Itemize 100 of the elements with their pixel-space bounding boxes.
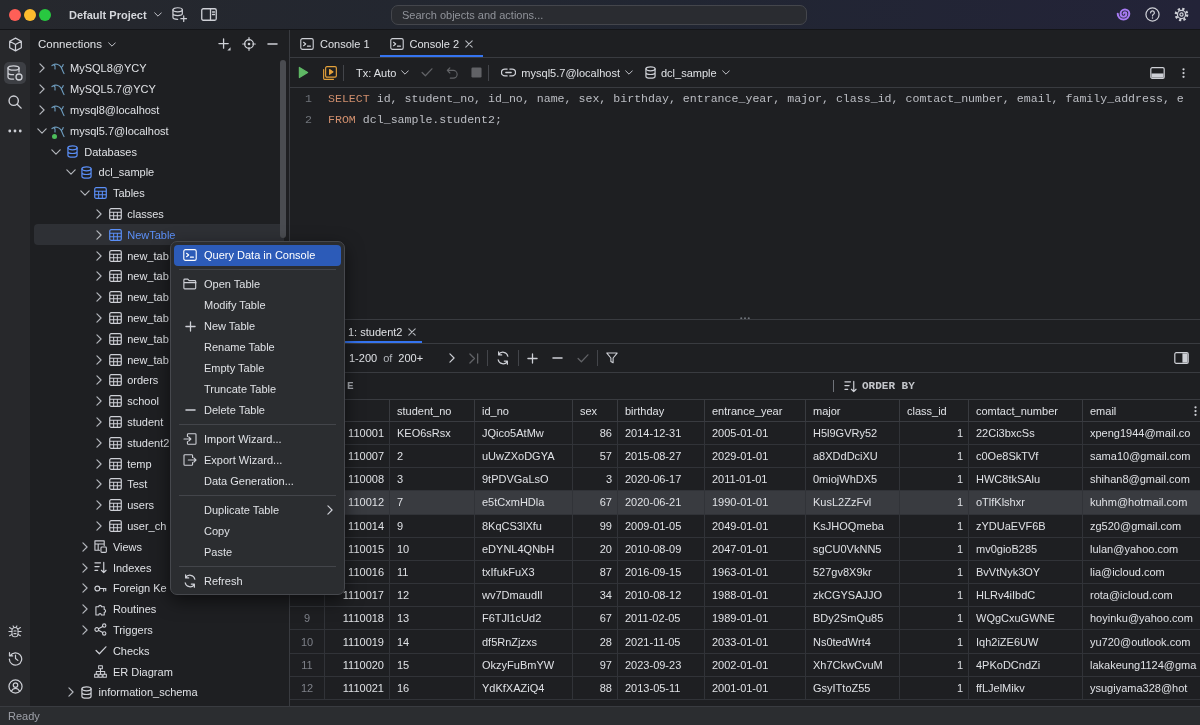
column-header[interactable]: major (806, 400, 900, 422)
chevron-right-icon[interactable] (96, 208, 103, 219)
tree-item[interactable]: Test (127, 478, 148, 491)
chevron-right-icon[interactable] (39, 105, 45, 115)
tree-item[interactable]: student2 (127, 436, 170, 449)
minus-icon[interactable] (552, 357, 564, 360)
tree-item[interactable]: mysql8@localhost (70, 104, 160, 116)
filter-icon[interactable] (606, 352, 619, 365)
settings-icon[interactable] (1174, 7, 1189, 22)
search-icon[interactable] (8, 95, 22, 109)
tree-item[interactable]: new_tab (127, 353, 169, 366)
tree-item[interactable]: users (127, 499, 155, 512)
menu-item[interactable]: Data Generation... (174, 470, 341, 492)
chevron-right-icon[interactable] (39, 84, 45, 95)
menu-item[interactable]: Query Data in Console (174, 244, 341, 266)
chevron-right-icon[interactable] (96, 479, 103, 490)
chevron-down-icon[interactable] (37, 127, 47, 134)
menu-item[interactable]: Open Table (174, 273, 341, 295)
chevron-right-icon[interactable] (81, 562, 88, 573)
chevron-right-icon[interactable] (96, 292, 103, 303)
tree-item[interactable]: Foreign Ke (112, 582, 167, 595)
more-vertical-icon[interactable] (1182, 66, 1185, 79)
tree-item[interactable]: Indexes (112, 561, 152, 574)
tree-item[interactable]: information_schema (98, 686, 198, 699)
tree-item[interactable]: temp (127, 457, 152, 470)
chevron-right-icon[interactable] (96, 396, 103, 407)
menu-item[interactable]: Delete Table (174, 399, 341, 421)
column-header[interactable]: student_no (390, 400, 475, 422)
chevron-down-icon[interactable] (51, 148, 62, 155)
connections-dropdown[interactable]: Connections (38, 38, 116, 50)
table-row[interactable]: 10 1110019 14 df5RnZjzxs 28 2021-11-05 2033-01-01 Ns0tedWrt4 1 Iqh2iZE6UW yu720@outlook.com (290, 630, 1200, 654)
chevron-right-icon[interactable] (81, 583, 88, 594)
schema-dropdown[interactable]: dcl_sample (638, 64, 736, 81)
tree-item[interactable]: orders (127, 374, 159, 387)
page-range[interactable]: 1-200 (349, 352, 378, 365)
tree-item[interactable]: school (127, 395, 159, 408)
column-header[interactable]: comtact_number (969, 400, 1083, 422)
more-vertical-icon[interactable] (1194, 404, 1197, 417)
minimize-window-button[interactable] (24, 8, 36, 21)
chevron-right-icon[interactable] (96, 354, 103, 365)
tree-item[interactable]: new_tab (127, 270, 169, 283)
panel-right-icon[interactable] (1174, 352, 1189, 365)
bug-icon[interactable] (8, 624, 22, 638)
console-tab[interactable]: Console 1 (290, 30, 380, 57)
database-add-icon[interactable] (171, 7, 187, 22)
column-header[interactable]: class_id (900, 400, 969, 422)
tree-item[interactable]: student (127, 415, 164, 428)
column-header[interactable]: id_no (475, 400, 573, 422)
run-script-icon[interactable] (323, 65, 337, 80)
chevron-right-icon[interactable] (96, 229, 103, 240)
column-header[interactable]: email (1083, 400, 1200, 422)
project-dropdown[interactable]: Default Project (69, 8, 162, 21)
run-icon[interactable] (298, 66, 309, 79)
chevron-right-icon[interactable] (96, 520, 103, 531)
console-tab[interactable]: Console 2 (379, 30, 484, 57)
close-window-button[interactable] (9, 8, 21, 21)
chevron-right-icon[interactable] (81, 604, 88, 615)
chevron-right-icon[interactable] (81, 624, 88, 635)
chevron-right-icon[interactable] (67, 687, 74, 698)
tree-item[interactable]: ER Diagram (112, 665, 173, 678)
tree-item[interactable]: MySQL5.7@YCY (70, 83, 156, 96)
menu-item[interactable]: Rename Table (174, 336, 341, 358)
panel-bottom-icon[interactable] (1150, 66, 1165, 79)
result-tab[interactable]: 1: student2 (345, 320, 423, 344)
chevron-right-icon[interactable] (39, 63, 45, 74)
tree-item[interactable]: Routines (112, 603, 157, 616)
more-icon[interactable] (8, 129, 22, 133)
tree-item[interactable]: mysql5.7@localhost (70, 124, 169, 137)
database-icon[interactable] (4, 62, 26, 84)
menu-item[interactable]: Copy (174, 520, 341, 542)
chevron-down-icon[interactable] (79, 190, 90, 197)
column-header[interactable]: birthday (618, 400, 705, 422)
menu-item[interactable]: Paste (174, 541, 341, 563)
tree-item[interactable]: new_tab (127, 291, 169, 304)
chevron-right-icon[interactable] (96, 333, 103, 344)
close-icon[interactable] (465, 39, 474, 48)
spiral-icon[interactable] (1116, 8, 1131, 21)
scrollbar-thumb[interactable] (280, 60, 286, 238)
menu-item[interactable]: Empty Table (174, 357, 341, 379)
chevron-right-icon[interactable] (96, 416, 103, 427)
chevron-right-icon[interactable] (449, 353, 456, 364)
chevron-right-icon[interactable] (96, 458, 103, 469)
chevron-right-icon[interactable] (96, 312, 103, 323)
tree-item[interactable]: new_tab (127, 311, 169, 324)
order-by-field[interactable]: ORDER BY (834, 373, 1200, 400)
tree-item[interactable]: Checks (112, 644, 150, 657)
help-icon[interactable] (1145, 7, 1160, 22)
close-icon[interactable] (408, 327, 417, 336)
panel-layout-icon[interactable] (200, 8, 217, 21)
transaction-mode-dropdown[interactable]: Tx: Auto (350, 64, 416, 81)
plus-icon[interactable] (527, 352, 539, 364)
menu-item[interactable]: Modify Table (174, 294, 341, 316)
menu-item[interactable]: New Table (174, 315, 341, 337)
column-header[interactable]: entrance_year (705, 400, 806, 422)
column-header[interactable]: sex (573, 400, 618, 422)
history-icon[interactable] (7, 651, 23, 666)
tree-item[interactable]: Databases (84, 145, 137, 158)
tree-item[interactable]: user_ch (127, 519, 167, 532)
tree-item[interactable]: Views (112, 540, 143, 553)
chevron-right-icon[interactable] (96, 375, 103, 386)
